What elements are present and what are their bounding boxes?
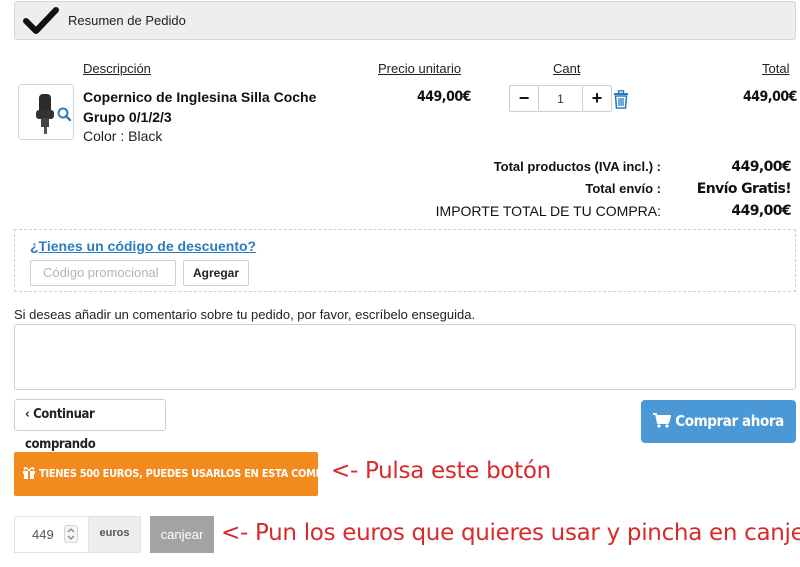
column-unit-price[interactable]: Precio unitario (378, 61, 461, 76)
header-title: Resumen de Pedido (68, 13, 186, 28)
promo-code-input[interactable]: Código promocional (30, 260, 176, 286)
quantity-input[interactable]: 1 (539, 85, 582, 112)
column-total[interactable]: Total (762, 61, 789, 76)
line-total: 449,00€ (743, 89, 797, 105)
annotation-redeem-instructions: <- Pun los euros que quieres usar y pinc… (221, 520, 800, 546)
increase-quantity-button[interactable]: + (582, 85, 612, 112)
product-name[interactable]: Copernico de Inglesina Silla Coche Grupo… (83, 87, 333, 127)
cart-icon (653, 413, 672, 428)
total-products-label: Total productos (IVA incl.) : (493, 159, 661, 174)
use-points-label: TIENES 500 EUROS, PUEDES USARLOS EN ESTA… (39, 467, 338, 480)
buy-now-label: Comprar ahora (675, 412, 784, 430)
checkmark-icon (23, 6, 59, 41)
trash-icon[interactable] (613, 90, 629, 114)
shipping-label: Total envío : (585, 181, 661, 196)
decrease-quantity-button[interactable]: − (509, 85, 539, 112)
total-products-value: 449,00€ (731, 159, 791, 175)
number-spinner-icon[interactable] (64, 525, 78, 543)
grand-total-value: 449,00€ (731, 203, 791, 219)
column-description[interactable]: Descripción (83, 61, 151, 76)
shipping-value: Envío Gratis! (696, 181, 792, 197)
grand-total-label: IMPORTE TOTAL DE TU COMPRA: (435, 203, 661, 219)
car-seat-image (36, 94, 72, 134)
gift-icon (23, 467, 35, 479)
add-promo-button[interactable]: Agregar (183, 260, 249, 286)
chevron-left-icon: ‹ (25, 407, 34, 422)
annotation-press-button: <- Pulsa este botón (331, 458, 551, 484)
continue-shopping-label: Continuar comprando (25, 407, 96, 452)
column-quantity[interactable]: Cant (553, 61, 580, 76)
use-points-button[interactable]: TIENES 500 EUROS, PUEDES USARLOS EN ESTA… (14, 452, 338, 496)
unit-price: 449,00€ (417, 89, 471, 105)
product-color: Color : Black (83, 128, 163, 144)
continue-shopping-button[interactable]: ‹ Continuar comprando (14, 399, 166, 452)
comment-label: Si deseas añadir un comentario sobre tu … (14, 307, 476, 322)
discount-code-link[interactable]: ¿Tienes un código de descuento? (30, 238, 256, 254)
buy-now-button[interactable]: Comprar ahora (641, 400, 796, 443)
euros-addon-label: euros (89, 516, 141, 553)
product-thumbnail[interactable] (18, 84, 74, 140)
order-summary-header: Resumen de Pedido (14, 1, 796, 40)
comment-textarea[interactable] (14, 324, 796, 390)
redeem-button[interactable]: canjear (150, 516, 214, 553)
